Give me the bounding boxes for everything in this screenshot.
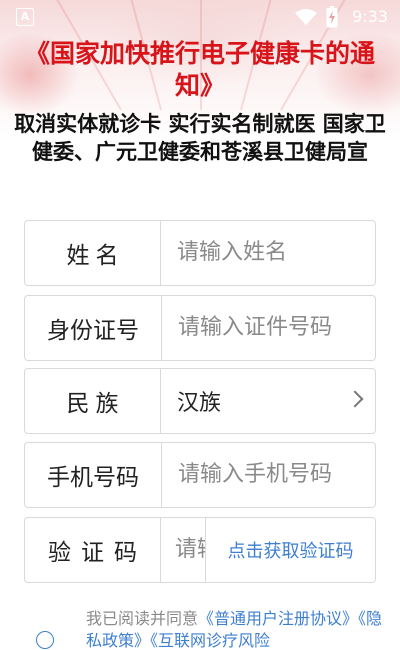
agree-radio[interactable] <box>36 631 54 649</box>
id-number-input[interactable] <box>162 296 375 358</box>
agreement-prefix: 我已阅读并同意 <box>86 609 199 628</box>
agreement-text: 我已阅读并同意《普通用户注册协议》《隐私政策》《互联网诊疗风险 <box>86 608 386 650</box>
notification-app-icon: A <box>16 8 34 26</box>
name-label: 姓名 <box>25 221 161 285</box>
id-number-label: 身份证号 <box>25 296 162 360</box>
notice-title: 《国家加快推行电子健康卡的通知》 <box>24 39 375 100</box>
wifi-icon <box>295 9 317 25</box>
verify-code-row: 验证码 点击获取验证码 <box>24 517 376 583</box>
ethnicity-select[interactable]: 汉族 <box>161 369 375 433</box>
id-number-row: 身份证号 <box>24 295 376 361</box>
user-agreement-link[interactable]: 《普通用户注册协议》 <box>198 609 358 628</box>
telemedicine-risk-link[interactable]: 《互联网诊疗风险 <box>150 631 270 650</box>
ethnicity-label: 民族 <box>25 369 161 433</box>
phone-label: 手机号码 <box>25 443 162 507</box>
phone-input[interactable] <box>162 443 375 505</box>
notice-subtitle: 取消实体就诊卡 实行实名制就医 国家卫健委、广元卫健委和苍溪县卫健局宣 <box>14 112 386 164</box>
ethnicity-row[interactable]: 民族 汉族 <box>24 368 376 434</box>
name-row: 姓名 <box>24 220 376 286</box>
battery-charging-icon <box>326 6 338 28</box>
status-bar: A 9:33 <box>0 0 400 34</box>
verify-code-label: 验证码 <box>25 518 161 582</box>
phone-row: 手机号码 <box>24 442 376 508</box>
status-icons <box>294 6 338 28</box>
verify-code-input[interactable] <box>161 518 205 580</box>
name-input[interactable] <box>161 221 375 283</box>
get-code-button[interactable]: 点击获取验证码 <box>205 518 375 582</box>
registration-screen: A 9:33 《国家加快推行电子健康卡的通知》 取消实体就诊卡 实行实名制就医 … <box>0 0 400 650</box>
ethnicity-value: 汉族 <box>177 391 222 416</box>
status-time: 9:33 <box>352 7 388 26</box>
chevron-right-icon <box>346 390 364 408</box>
